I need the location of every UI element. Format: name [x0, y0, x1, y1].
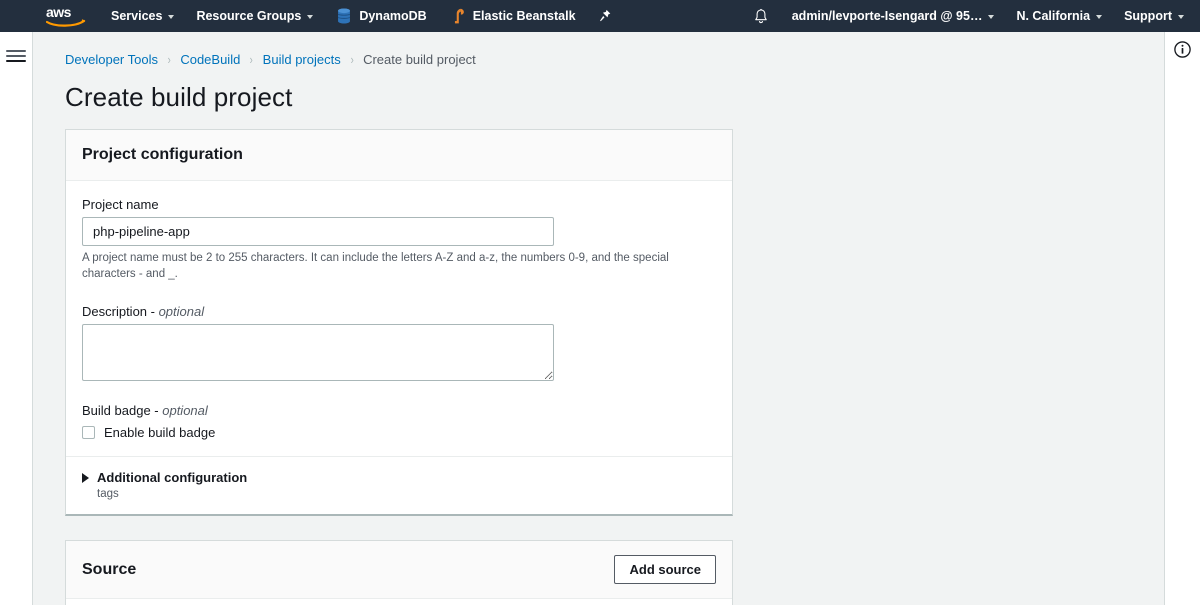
project-name-label: Project name — [82, 197, 159, 212]
pin-icon — [599, 9, 610, 22]
additional-configuration-title: Additional configuration — [97, 470, 248, 486]
nav-services-menu[interactable]: Services — [100, 0, 185, 32]
nav-right-group: admin/levporte-Isengard @ 95… N. Califor… — [741, 0, 1200, 32]
project-name-help-text: A project name must be 2 to 255 characte… — [82, 252, 669, 280]
page-body: Developer Tools › CodeBuild › Build proj… — [0, 32, 1200, 605]
nav-pin-shortcut-button[interactable] — [587, 0, 622, 32]
build-badge-label: Build badge - optional — [82, 403, 716, 418]
source-card-body: Source 1 - Primary Source provider — [66, 599, 732, 605]
hamburger-bar — [6, 60, 26, 62]
build-badge-label-text: Build badge - — [82, 403, 163, 419]
breadcrumb-item-developer-tools[interactable]: Developer Tools — [65, 52, 158, 67]
additional-configuration-subtitle: tags — [97, 488, 119, 501]
enable-build-badge-row[interactable]: Enable build badge — [82, 425, 716, 440]
enable-build-badge-checkbox[interactable] — [82, 426, 95, 440]
source-card: Source Add source Source 1 - Primary Sou… — [65, 540, 733, 605]
chevron-down-icon — [1096, 15, 1103, 19]
elastic-beanstalk-icon — [454, 8, 464, 24]
nav-region-menu[interactable]: N. California — [1005, 0, 1113, 32]
breadcrumb-separator-icon: › — [167, 51, 171, 67]
right-info-rail — [1164, 32, 1200, 605]
nav-shortcut-elastic-beanstalk-label: Elastic Beanstalk — [472, 9, 576, 23]
nav-shortcut-dynamodb-label: DynamoDB — [359, 9, 427, 23]
description-field-group: Description - optional — [82, 304, 716, 382]
project-configuration-heading: Project configuration — [82, 146, 243, 163]
chevron-down-icon — [988, 15, 995, 19]
nav-account-label: admin/levporte-Isengard @ 95… — [791, 9, 983, 23]
nav-shortcut-elastic-beanstalk[interactable]: Elastic Beanstalk — [438, 0, 587, 32]
project-configuration-card-body: Project name A project name must be 2 to… — [66, 181, 732, 456]
main-content: Developer Tools › CodeBuild › Build proj… — [33, 32, 1164, 605]
nav-services-label: Services — [111, 9, 163, 23]
project-name-field-group: Project name A project name must be 2 to… — [82, 197, 716, 282]
nav-left-group: aws Services Resource Groups DynamoDB El… — [0, 0, 622, 32]
nav-support-label: Support — [1124, 9, 1172, 23]
project-configuration-card-header: Project configuration — [66, 130, 732, 181]
chevron-down-icon — [1178, 15, 1184, 19]
nav-support-menu[interactable]: Support — [1113, 0, 1200, 32]
hamburger-bar — [6, 55, 26, 57]
additional-configuration-expander[interactable]: Additional configuration — [82, 470, 716, 485]
breadcrumb-item-codebuild[interactable]: CodeBuild — [180, 52, 240, 67]
source-card-header: Source Add source — [66, 541, 732, 600]
hamburger-menu-icon[interactable] — [6, 44, 26, 68]
breadcrumb-separator-icon: › — [350, 51, 354, 67]
aws-top-navigation: aws Services Resource Groups DynamoDB El… — [0, 0, 1200, 32]
nav-shortcut-dynamodb[interactable]: DynamoDB — [324, 0, 437, 32]
page-title: Create build project — [65, 82, 293, 112]
dynamodb-icon — [338, 8, 351, 24]
nav-resource-groups-menu[interactable]: Resource Groups — [185, 0, 324, 32]
description-textarea[interactable] — [82, 324, 554, 382]
chevron-down-icon — [307, 15, 314, 19]
breadcrumb: Developer Tools › CodeBuild › Build proj… — [65, 32, 1164, 68]
triangle-right-icon — [82, 473, 89, 484]
left-navigation-rail — [0, 32, 33, 605]
hamburger-bar — [6, 50, 26, 52]
description-label: Description - optional — [82, 304, 716, 319]
enable-build-badge-label: Enable build badge — [104, 425, 216, 441]
nav-region-label: N. California — [1016, 9, 1091, 23]
build-badge-group: Build badge - optional Enable build badg… — [82, 403, 716, 440]
info-circle-icon[interactable] — [1173, 40, 1192, 59]
breadcrumb-separator-icon: › — [249, 51, 254, 67]
add-source-button[interactable]: Add source — [614, 555, 716, 585]
svg-text:aws: aws — [46, 4, 72, 20]
nav-account-menu[interactable]: admin/levporte-Isengard @ 95… — [781, 0, 1006, 32]
nav-notifications-button[interactable] — [741, 0, 781, 32]
chevron-down-icon — [168, 15, 175, 19]
breadcrumb-item-create-build-project: Create build project — [363, 51, 476, 67]
build-badge-optional-text: optional — [162, 403, 208, 419]
additional-configuration-section: Additional configuration tags — [66, 456, 732, 514]
project-name-input[interactable] — [82, 217, 554, 246]
aws-logo[interactable]: aws — [0, 0, 100, 32]
breadcrumb-item-build-projects[interactable]: Build projects — [263, 52, 341, 67]
nav-resource-groups-label: Resource Groups — [196, 9, 302, 23]
project-configuration-card: Project configuration Project name A pro… — [65, 129, 733, 517]
bell-icon — [754, 8, 767, 23]
description-label-text: Description - — [82, 304, 159, 320]
description-optional-text: optional — [158, 304, 205, 320]
source-heading: Source — [82, 560, 137, 578]
